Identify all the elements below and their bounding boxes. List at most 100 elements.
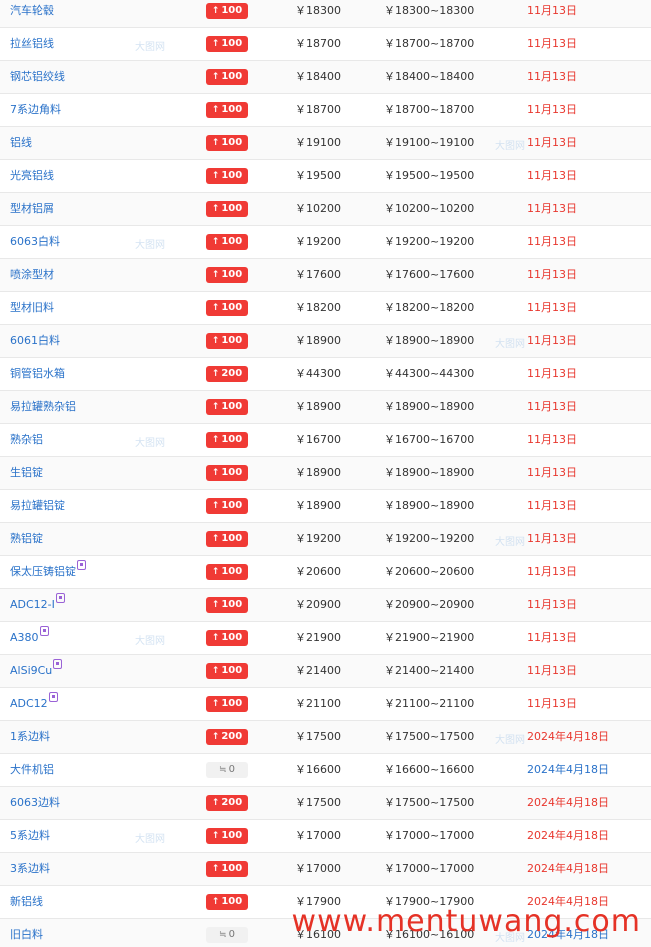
up-arrow-icon: ↑ — [211, 600, 220, 610]
product-name-link[interactable]: 7系边角料 — [10, 94, 61, 126]
product-name-link[interactable]: 新铝线 — [10, 886, 43, 918]
table-row: 3系边料 ↑ 100 ￥17000 ￥17000~17000 2024年4月18日 — [0, 853, 651, 886]
price-range: ￥19500~19500 — [384, 169, 475, 182]
product-name-text: 熟杂铝 — [10, 433, 43, 446]
average-price: ￥16700 — [295, 433, 341, 446]
product-name-link[interactable]: 5系边料 — [10, 820, 50, 852]
average-price: ￥17900 — [295, 895, 341, 908]
price-change-badge: ↑ 200 — [206, 366, 248, 382]
price-change-value: 100 — [221, 302, 243, 313]
product-name-link[interactable]: 型材铝屑 — [10, 193, 54, 225]
price-range: ￥21900~21900 — [384, 631, 475, 644]
average-price: ￥21900 — [295, 631, 341, 644]
price-change-badge: ↑ 100 — [206, 663, 248, 679]
product-name-link[interactable]: 熟杂铝 — [10, 424, 43, 456]
up-arrow-icon: ↑ — [211, 303, 220, 313]
up-arrow-icon: ↑ — [211, 633, 220, 643]
price-range: ￥18900~18900 — [384, 400, 475, 413]
price-range: ￥18900~18900 — [384, 499, 475, 512]
price-change-cell: ↑ 100 — [206, 292, 248, 324]
product-name-text: 汽车轮毂 — [10, 4, 54, 17]
price-change-cell: ↑ 100 — [206, 259, 248, 291]
price-range: ￥17600~17600 — [384, 268, 475, 281]
product-name-link[interactable]: ADC12 — [10, 688, 58, 720]
table-row: 5系边料 ↑ 100 ￥17000 ￥17000~17000 2024年4月18日 大图网 — [0, 820, 651, 853]
up-arrow-icon: ↑ — [211, 435, 220, 445]
product-name-link[interactable]: 6063白料 — [10, 226, 60, 258]
product-name-text: 1系边料 — [10, 730, 50, 743]
flat-change-icon: ≒ — [219, 765, 227, 775]
price-change-badge: ↑ 100 — [206, 465, 248, 481]
product-name-text: 铝线 — [10, 136, 32, 149]
price-change-badge: ↑ 100 — [206, 234, 248, 250]
update-date: 11月13日 — [527, 598, 577, 611]
price-change-cell: ↑ 100 — [206, 490, 248, 522]
product-name-link[interactable]: 喷涂型材 — [10, 259, 54, 291]
table-row: 新铝线 ↑ 100 ￥17900 ￥17900~17900 2024年4月18日 — [0, 886, 651, 919]
price-change-badge: ↑ 100 — [206, 564, 248, 580]
product-name-link[interactable]: 汽车轮毂 — [10, 0, 54, 27]
product-name-link[interactable]: 铝线 — [10, 127, 32, 159]
product-name-text: 易拉罐熟杂铝 — [10, 400, 76, 413]
price-change-cell: ↑ 100 — [206, 160, 248, 192]
product-name-link[interactable]: 6063边料 — [10, 787, 60, 819]
product-name-link[interactable]: 钢芯铝绞线 — [10, 61, 65, 93]
product-name-link[interactable]: 旧白料 — [10, 919, 43, 947]
product-name-link[interactable]: ADC12-Ⅰ — [10, 589, 65, 621]
update-date: 2024年4月18日 — [527, 730, 609, 743]
product-name-link[interactable]: 型材旧料 — [10, 292, 54, 324]
price-change-badge: ↑ 100 — [206, 201, 248, 217]
price-change-value: 100 — [221, 632, 243, 643]
price-change-value: 100 — [221, 170, 243, 181]
average-price: ￥44300 — [295, 367, 341, 380]
product-name-link[interactable]: 熟铝锭 — [10, 523, 43, 555]
product-name-link[interactable]: 大件机铝 — [10, 754, 54, 786]
price-change-cell: ↑ 100 — [206, 193, 248, 225]
table-row: 钢芯铝绞线 ↑ 100 ￥18400 ￥18400~18400 11月13日 — [0, 61, 651, 94]
price-change-cell: ↑ 100 — [206, 853, 248, 885]
price-change-value: 100 — [221, 137, 243, 148]
product-name-text: A380 — [10, 631, 39, 644]
price-range: ￥18700~18700 — [384, 37, 475, 50]
up-arrow-icon: ↑ — [211, 105, 220, 115]
product-name-text: 大件机铝 — [10, 763, 54, 776]
product-name-link[interactable]: 光亮铝线 — [10, 160, 54, 192]
up-arrow-icon: ↑ — [211, 72, 220, 82]
up-arrow-icon: ↑ — [211, 237, 220, 247]
average-price: ￥18700 — [295, 37, 341, 50]
product-name-link[interactable]: AlSi9Cu — [10, 655, 63, 687]
table-row: 旧白料 ≒ 0 ￥16100 ￥16100~16100 2024年4月18日 大图网 — [0, 919, 651, 947]
row-watermark: 大图网 — [135, 636, 165, 647]
update-date: 11月13日 — [527, 466, 577, 479]
table-row: 易拉罐熟杂铝 ↑ 100 ￥18900 ￥18900~18900 11月13日 — [0, 391, 651, 424]
update-date: 2024年4月18日 — [527, 928, 609, 941]
table-row: 7系边角料 ↑ 100 ￥18700 ￥18700~18700 11月13日 — [0, 94, 651, 127]
product-name-link[interactable]: 铜管铝水箱 — [10, 358, 65, 390]
update-date: 11月13日 — [527, 433, 577, 446]
product-name-text: 5系边料 — [10, 829, 50, 842]
up-arrow-icon: ↑ — [211, 567, 220, 577]
product-name-link[interactable]: 3系边料 — [10, 853, 50, 885]
price-table: 汽车轮毂 ↑ 100 ￥18300 ￥18300~18300 11月13日 拉丝铝线 ↑ 100… — [0, 0, 651, 947]
table-row: 6063边料 ↑ 200 ￥17500 ￥17500~17500 2024年4月18日 — [0, 787, 651, 820]
product-name-link[interactable]: 易拉罐铝锭 — [10, 490, 65, 522]
product-name-text: 3系边料 — [10, 862, 50, 875]
product-name-link[interactable]: A380 — [10, 622, 49, 654]
up-arrow-icon: ↑ — [211, 402, 220, 412]
hot-tag-icon — [53, 659, 63, 669]
product-name-link[interactable]: 生铝锭 — [10, 457, 43, 489]
price-change-badge: ↑ 100 — [206, 597, 248, 613]
product-name-link[interactable]: 拉丝铝线 — [10, 28, 54, 60]
product-name-text: 熟铝锭 — [10, 532, 43, 545]
product-name-link[interactable]: 保太压铸铝锭 — [10, 556, 86, 588]
price-change-badge: ↑ 100 — [206, 630, 248, 646]
product-name-link[interactable]: 易拉罐熟杂铝 — [10, 391, 76, 423]
average-price: ￥21400 — [295, 664, 341, 677]
price-range: ￥17000~17000 — [384, 862, 475, 875]
price-change-badge: ↑ 100 — [206, 69, 248, 85]
average-price: ￥18200 — [295, 301, 341, 314]
product-name-link[interactable]: 1系边料 — [10, 721, 50, 753]
average-price: ￥18900 — [295, 499, 341, 512]
product-name-link[interactable]: 6061白料 — [10, 325, 60, 357]
update-date: 2024年4月18日 — [527, 862, 609, 875]
